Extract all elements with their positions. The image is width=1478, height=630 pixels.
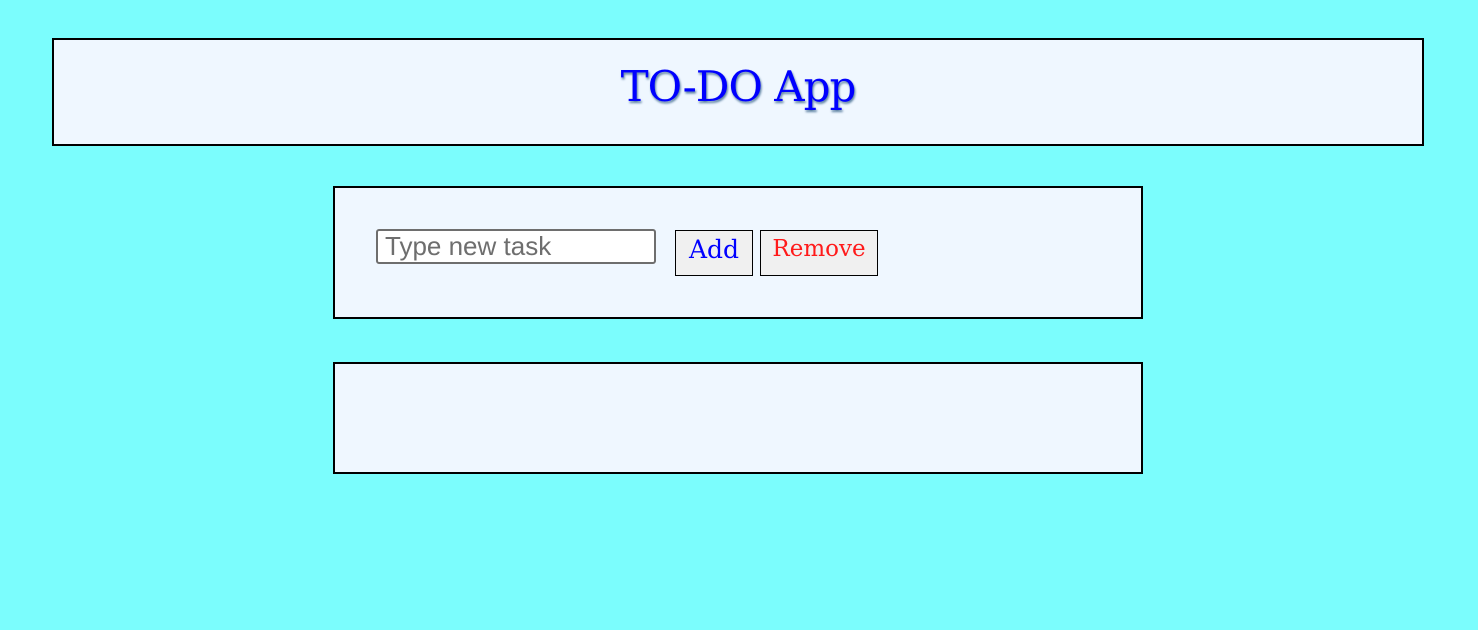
add-button-label: Add <box>688 234 740 264</box>
page-title: TO-DO App <box>620 61 857 111</box>
task-input[interactable] <box>376 229 656 264</box>
app-header: TO-DO App <box>52 38 1424 146</box>
task-form-panel: Add Remove <box>333 186 1143 319</box>
task-list-panel <box>333 362 1143 474</box>
remove-button[interactable]: Remove <box>760 230 878 276</box>
add-button[interactable]: Add <box>675 230 753 276</box>
remove-button-label: Remove <box>772 235 866 262</box>
